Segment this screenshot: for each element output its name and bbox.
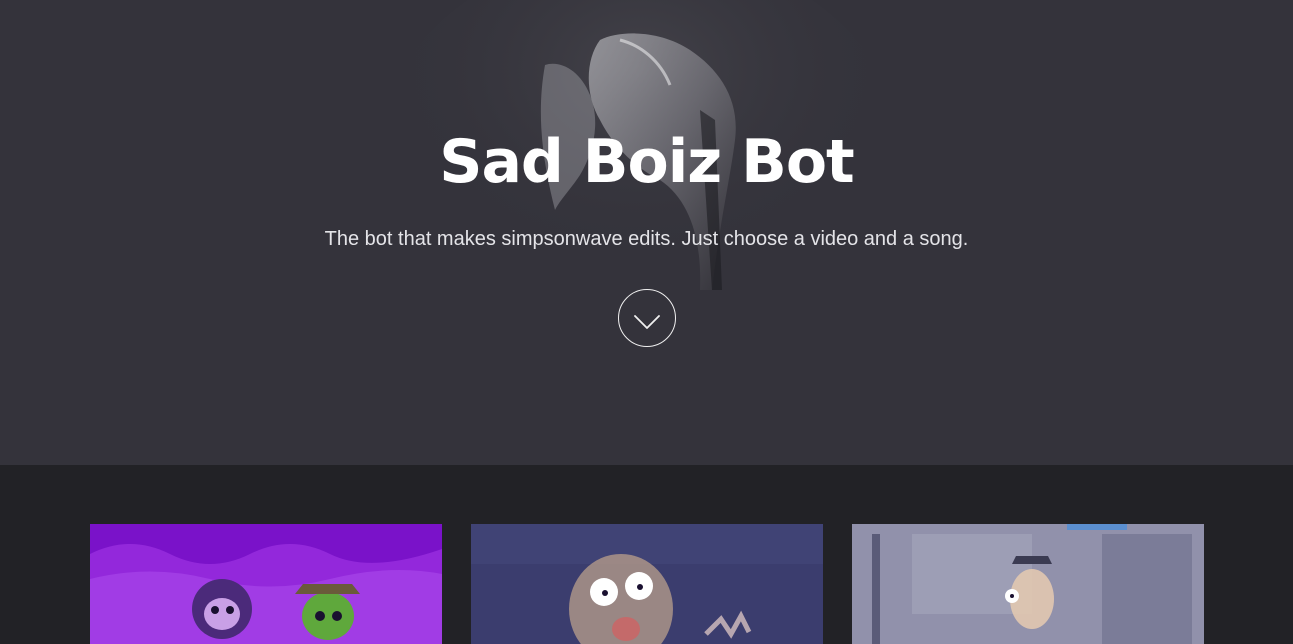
hero-section: Sad Boiz Bot The bot that makes simpsonw… — [0, 0, 1293, 465]
rick-and-morty-thumbnail — [471, 524, 823, 644]
page-subtitle: The bot that makes simpsonwave edits. Ju… — [324, 228, 969, 250]
video-card-rick-and-morty[interactable] — [471, 524, 823, 644]
video-card-teen-titans[interactable] — [90, 524, 442, 644]
page-title: Sad Boiz Bot — [439, 127, 855, 197]
teen-titans-thumbnail — [90, 524, 442, 644]
chevron-down-icon — [634, 315, 660, 329]
phineas-and-ferb-thumbnail — [852, 524, 1204, 644]
video-gallery — [0, 465, 1293, 644]
scroll-down-button[interactable] — [618, 289, 676, 347]
video-card-phineas-and-ferb[interactable] — [852, 524, 1204, 644]
